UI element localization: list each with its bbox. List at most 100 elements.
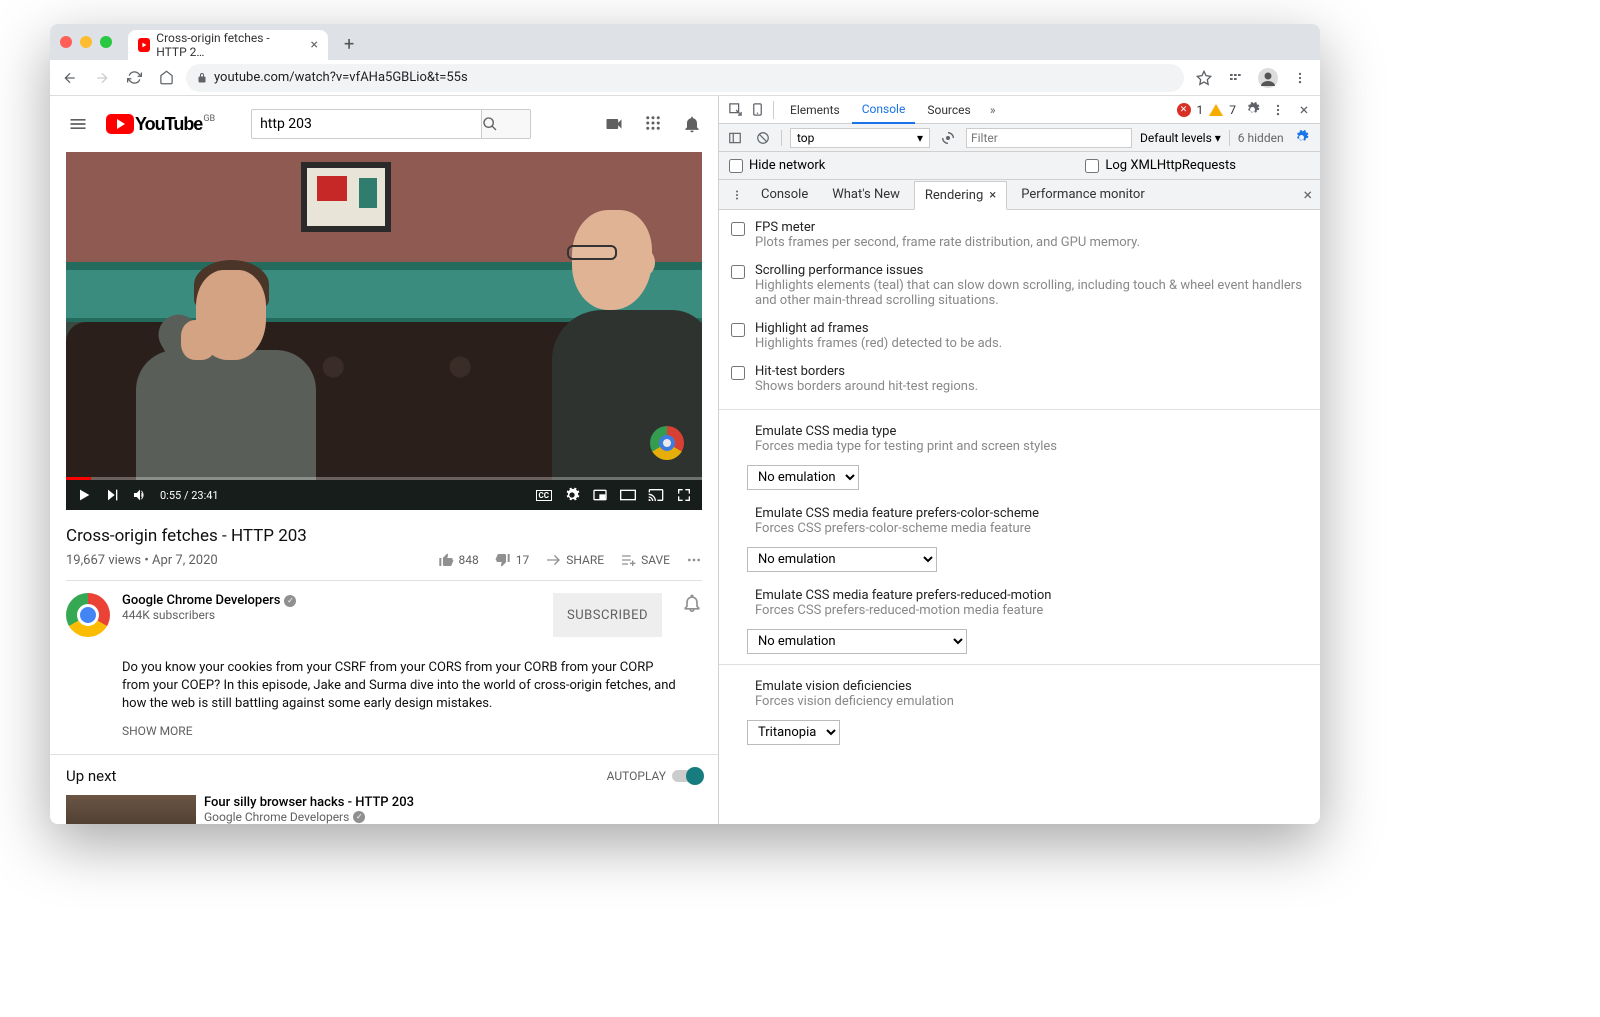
show-more-button[interactable]: SHOW MORE: [66, 724, 702, 738]
drawer-menu-icon[interactable]: [727, 185, 747, 205]
window-maximize[interactable]: [100, 36, 112, 48]
extensions-icon[interactable]: [1224, 66, 1248, 90]
drawer-close-icon[interactable]: ×: [1303, 185, 1312, 204]
video-metadata: Cross-origin fetches - HTTP 203 19,667 v…: [50, 510, 718, 754]
more-actions-icon[interactable]: [686, 552, 702, 568]
up-next-label: Up next: [66, 767, 116, 785]
live-expression-icon[interactable]: [938, 128, 958, 148]
next-video-title: Four silly browser hacks - HTTP 203: [204, 795, 414, 810]
youtube-search: [251, 109, 531, 139]
cast-button[interactable]: [648, 487, 664, 503]
video-stats: 19,667 views • Apr 7, 2020: [66, 553, 218, 568]
window-close[interactable]: [60, 36, 72, 48]
next-video-thumbnail: Four silly: [66, 795, 196, 824]
drawer-tabs: Console What's New Rendering× Performanc…: [719, 180, 1320, 210]
fps-meter-checkbox[interactable]: [731, 222, 745, 236]
time-display: 0:55 / 23:41: [160, 489, 219, 502]
fullscreen-button[interactable]: [676, 487, 692, 503]
tab-close-icon[interactable]: ×: [311, 37, 318, 53]
apps-icon[interactable]: [644, 114, 662, 134]
inspect-icon[interactable]: [725, 100, 745, 120]
next-video-channel: Google Chrome Developers✓: [204, 810, 414, 824]
ad-frames-checkbox[interactable]: [731, 323, 745, 337]
hidden-count[interactable]: 6 hidden: [1238, 131, 1284, 145]
devtools-settings-icon[interactable]: [1242, 100, 1262, 120]
search-input[interactable]: [251, 109, 481, 139]
back-button[interactable]: [58, 66, 82, 90]
drawer-tab-whatsnew[interactable]: What's New: [822, 181, 910, 208]
tab-console[interactable]: Console: [852, 96, 916, 124]
scrolling-perf-checkbox[interactable]: [731, 265, 745, 279]
context-selector[interactable]: top▾: [790, 128, 930, 148]
browser-menu-icon[interactable]: [1288, 66, 1312, 90]
subscribe-button[interactable]: SUBSCRIBED: [553, 593, 662, 637]
reload-button[interactable]: [122, 66, 146, 90]
reduced-motion-select[interactable]: No emulation: [747, 629, 967, 654]
device-toggle-icon[interactable]: [747, 100, 767, 120]
close-tab-icon[interactable]: ×: [989, 188, 996, 203]
hamburger-icon[interactable]: [66, 112, 90, 136]
console-toolbar: top▾ Default levels ▾ 6 hidden: [719, 124, 1320, 152]
devtools-close-icon[interactable]: ×: [1294, 100, 1314, 120]
forward-button[interactable]: [90, 66, 114, 90]
window-minimize[interactable]: [80, 36, 92, 48]
browser-tab[interactable]: Cross-origin fetches - HTTP 2… ×: [128, 30, 328, 60]
star-icon[interactable]: [1192, 66, 1216, 90]
search-button[interactable]: [481, 109, 531, 139]
channel-row: Google Chrome Developers✓ 444K subscribe…: [66, 581, 702, 649]
theater-button[interactable]: [620, 487, 636, 503]
settings-button[interactable]: [564, 487, 580, 503]
notifications-icon[interactable]: [682, 114, 702, 134]
rendering-panel: FPS meterPlots frames per second, frame …: [719, 210, 1320, 824]
tab-elements[interactable]: Elements: [780, 97, 850, 123]
console-options: Hide network Log XMLHttpRequests: [719, 152, 1320, 180]
devtools-tabs: Elements Console Sources » ✕1 7 ×: [719, 96, 1320, 124]
tab-sources[interactable]: Sources: [917, 97, 980, 123]
youtube-favicon: [138, 38, 150, 52]
log-levels-dropdown[interactable]: Default levels ▾: [1140, 131, 1221, 145]
browser-window: Cross-origin fetches - HTTP 2… × + youtu…: [50, 24, 1320, 824]
more-tabs-icon[interactable]: »: [983, 100, 1003, 120]
volume-button[interactable]: [132, 487, 148, 503]
hit-test-option: Hit-test bordersShows borders around hit…: [719, 358, 1320, 401]
home-button[interactable]: [154, 66, 178, 90]
create-icon[interactable]: [604, 114, 624, 134]
hit-test-checkbox[interactable]: [731, 366, 745, 380]
clear-console-icon[interactable]: [753, 128, 773, 148]
share-button[interactable]: SHARE: [545, 552, 604, 568]
color-scheme-select[interactable]: No emulation: [747, 547, 937, 572]
media-type-select[interactable]: No emulation: [747, 465, 859, 490]
drawer-tab-console[interactable]: Console: [751, 181, 818, 208]
youtube-logo[interactable]: YouTube GB: [106, 114, 215, 135]
drawer-tab-performance[interactable]: Performance monitor: [1011, 181, 1155, 208]
like-button[interactable]: 848: [438, 552, 479, 568]
profile-avatar[interactable]: [1256, 66, 1280, 90]
log-xhr-checkbox[interactable]: Log XMLHttpRequests: [1085, 158, 1236, 173]
channel-name[interactable]: Google Chrome Developers✓: [122, 593, 541, 608]
save-button[interactable]: SAVE: [620, 552, 670, 568]
next-button[interactable]: [104, 487, 120, 503]
next-video-item[interactable]: Four silly Four silly browser hacks - HT…: [50, 785, 718, 824]
hide-network-checkbox[interactable]: Hide network: [729, 158, 825, 173]
devtools-menu-icon[interactable]: [1268, 100, 1288, 120]
verified-icon: ✓: [284, 595, 296, 607]
verified-icon: ✓: [353, 811, 365, 823]
new-tab-button[interactable]: +: [344, 34, 354, 55]
channel-avatar[interactable]: [66, 593, 110, 637]
video-title: Cross-origin fetches - HTTP 203: [66, 526, 702, 546]
notification-bell-icon[interactable]: [682, 593, 702, 637]
play-button[interactable]: [76, 487, 92, 503]
dislike-button[interactable]: 17: [495, 552, 530, 568]
omnibox[interactable]: youtube.com/watch?v=vfAHa5GBLio&t=55s: [186, 64, 1184, 92]
vision-deficiency-select[interactable]: Tritanopia: [747, 720, 840, 745]
warning-badge[interactable]: [1209, 104, 1223, 116]
drawer-tab-rendering[interactable]: Rendering×: [914, 181, 1007, 210]
captions-button[interactable]: CC: [536, 490, 552, 501]
miniplayer-button[interactable]: [592, 487, 608, 503]
sidebar-toggle-icon[interactable]: [725, 128, 745, 148]
autoplay-toggle[interactable]: [672, 770, 702, 782]
filter-input[interactable]: [966, 128, 1132, 148]
video-player[interactable]: 0:55 / 23:41 CC: [66, 152, 702, 510]
error-badge[interactable]: ✕: [1177, 103, 1191, 117]
console-settings-icon[interactable]: [1292, 128, 1312, 148]
